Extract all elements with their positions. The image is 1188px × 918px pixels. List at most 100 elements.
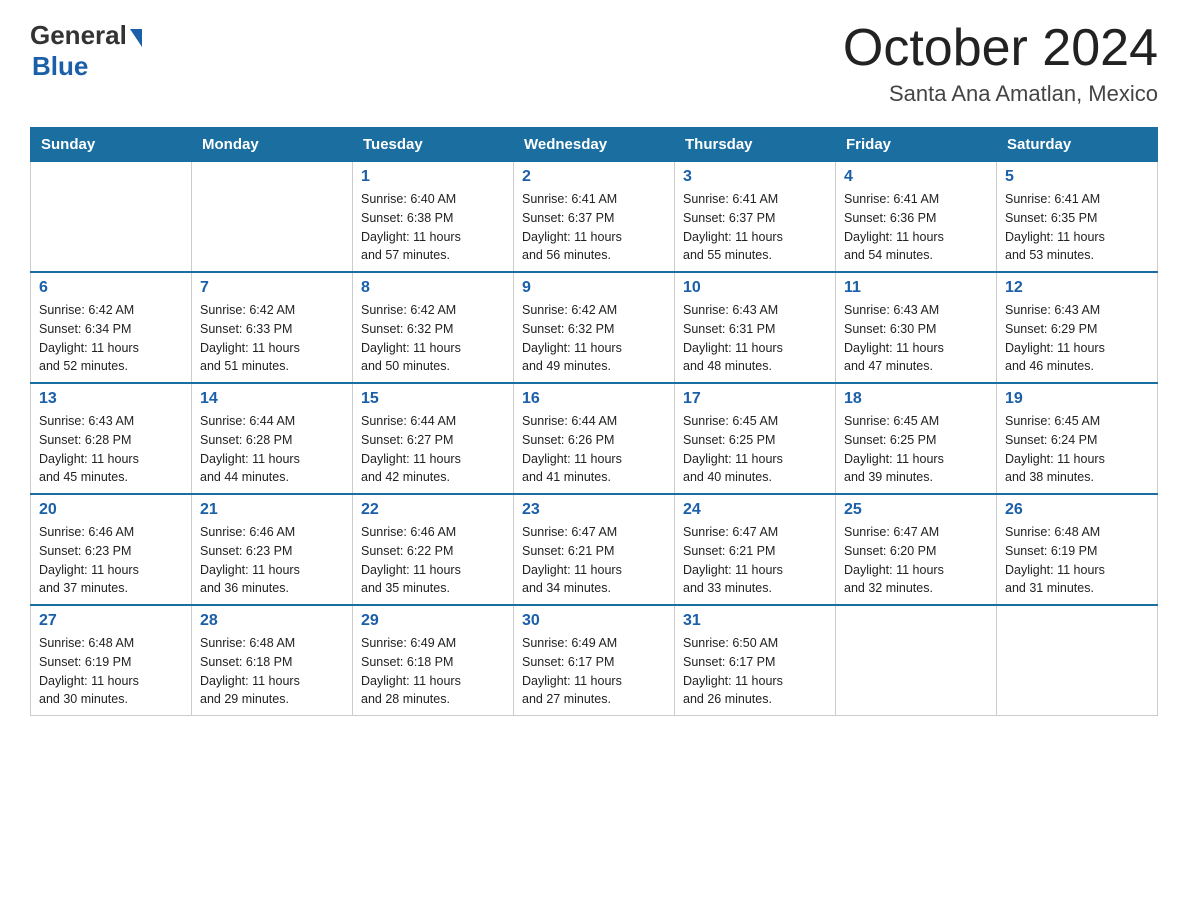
- calendar-cell: 16Sunrise: 6:44 AM Sunset: 6:26 PM Dayli…: [514, 383, 675, 494]
- calendar-week-row: 6Sunrise: 6:42 AM Sunset: 6:34 PM Daylig…: [31, 272, 1158, 383]
- column-header-wednesday: Wednesday: [514, 128, 675, 162]
- day-info: Sunrise: 6:44 AM Sunset: 6:27 PM Dayligh…: [361, 412, 505, 487]
- calendar-cell: 19 Sunrise: 6:45 AM Sunset: 6:24 PM Dayli…: [997, 383, 1158, 494]
- day-info: Sunrise: 6:49 AM Sunset: 6:17 PM Dayligh…: [522, 634, 666, 709]
- day-number: 14: [200, 390, 344, 408]
- calendar-cell: 22 Sunrise: 6:46 AM Sunset: 6:22 PM Dayli…: [353, 494, 514, 605]
- calendar-cell: [31, 162, 192, 273]
- calendar-cell: 5 Sunrise: 6:41 AM Sunset: 6:35 PM Daylig…: [997, 162, 1158, 273]
- calendar-cell: 20 Sunrise: 6:46 AM Sunset: 6:23 PM Dayli…: [31, 494, 192, 605]
- day-number: 4: [844, 168, 988, 186]
- day-number: 17: [683, 390, 827, 408]
- calendar-week-row: 13 Sunrise: 6:43 AM Sunset: 6:28 PM Dayli…: [31, 383, 1158, 494]
- day-info: Sunrise: 6:43 AM Sunset: 6:30 PM Dayligh…: [844, 301, 988, 376]
- calendar-cell: 1Sunrise: 6:40 AM Sunset: 6:38 PM Daylig…: [353, 162, 514, 273]
- day-number: 23: [522, 501, 666, 519]
- day-info: Sunrise: 6:48 AM Sunset: 6:19 PM Dayligh…: [39, 634, 183, 709]
- day-number: 25: [844, 501, 988, 519]
- day-number: 8: [361, 279, 505, 297]
- calendar-cell: 8Sunrise: 6:42 AM Sunset: 6:32 PM Daylig…: [353, 272, 514, 383]
- day-info: Sunrise: 6:42 AM Sunset: 6:32 PM Dayligh…: [522, 301, 666, 376]
- calendar-cell: 27 Sunrise: 6:48 AM Sunset: 6:19 PM Dayli…: [31, 605, 192, 716]
- calendar-cell: [192, 162, 353, 273]
- day-info: Sunrise: 6:48 AM Sunset: 6:19 PM Dayligh…: [1005, 523, 1149, 598]
- day-number: 9: [522, 279, 666, 297]
- day-number: 19: [1005, 390, 1149, 408]
- day-info: Sunrise: 6:49 AM Sunset: 6:18 PM Dayligh…: [361, 634, 505, 709]
- calendar-cell: 9 Sunrise: 6:42 AM Sunset: 6:32 PM Daylig…: [514, 272, 675, 383]
- calendar-header-row: SundayMondayTuesdayWednesdayThursdayFrid…: [31, 128, 1158, 162]
- day-info: Sunrise: 6:44 AM Sunset: 6:28 PM Dayligh…: [200, 412, 344, 487]
- day-number: 27: [39, 612, 183, 630]
- calendar-cell: 2 Sunrise: 6:41 AM Sunset: 6:37 PM Daylig…: [514, 162, 675, 273]
- day-number: 22: [361, 501, 505, 519]
- day-info: Sunrise: 6:44 AM Sunset: 6:26 PM Dayligh…: [522, 412, 666, 487]
- day-number: 7: [200, 279, 344, 297]
- calendar-cell: 13 Sunrise: 6:43 AM Sunset: 6:28 PM Dayli…: [31, 383, 192, 494]
- column-header-saturday: Saturday: [997, 128, 1158, 162]
- day-number: 15: [361, 390, 505, 408]
- day-number: 20: [39, 501, 183, 519]
- day-info: Sunrise: 6:41 AM Sunset: 6:36 PM Dayligh…: [844, 190, 988, 265]
- day-info: Sunrise: 6:47 AM Sunset: 6:20 PM Dayligh…: [844, 523, 988, 598]
- day-number: 2: [522, 168, 666, 186]
- day-info: Sunrise: 6:46 AM Sunset: 6:23 PM Dayligh…: [200, 523, 344, 598]
- day-number: 30: [522, 612, 666, 630]
- calendar-cell: 3Sunrise: 6:41 AM Sunset: 6:37 PM Daylig…: [675, 162, 836, 273]
- day-number: 21: [200, 501, 344, 519]
- column-header-tuesday: Tuesday: [353, 128, 514, 162]
- calendar-cell: 18Sunrise: 6:45 AM Sunset: 6:25 PM Dayli…: [836, 383, 997, 494]
- day-info: Sunrise: 6:46 AM Sunset: 6:23 PM Dayligh…: [39, 523, 183, 598]
- logo-arrow-icon: [130, 29, 142, 47]
- calendar-cell: 14 Sunrise: 6:44 AM Sunset: 6:28 PM Dayli…: [192, 383, 353, 494]
- logo-blue-text: Blue: [32, 51, 88, 82]
- day-info: Sunrise: 6:45 AM Sunset: 6:24 PM Dayligh…: [1005, 412, 1149, 487]
- day-info: Sunrise: 6:43 AM Sunset: 6:31 PM Dayligh…: [683, 301, 827, 376]
- calendar-table: SundayMondayTuesdayWednesdayThursdayFrid…: [30, 127, 1158, 716]
- day-info: Sunrise: 6:50 AM Sunset: 6:17 PM Dayligh…: [683, 634, 827, 709]
- day-info: Sunrise: 6:43 AM Sunset: 6:28 PM Dayligh…: [39, 412, 183, 487]
- calendar-cell: 30 Sunrise: 6:49 AM Sunset: 6:17 PM Dayli…: [514, 605, 675, 716]
- day-info: Sunrise: 6:46 AM Sunset: 6:22 PM Dayligh…: [361, 523, 505, 598]
- calendar-week-row: 27 Sunrise: 6:48 AM Sunset: 6:19 PM Dayli…: [31, 605, 1158, 716]
- calendar-cell: 25 Sunrise: 6:47 AM Sunset: 6:20 PM Dayli…: [836, 494, 997, 605]
- day-number: 13: [39, 390, 183, 408]
- calendar-cell: 31 Sunrise: 6:50 AM Sunset: 6:17 PM Dayli…: [675, 605, 836, 716]
- calendar-cell: 10Sunrise: 6:43 AM Sunset: 6:31 PM Dayli…: [675, 272, 836, 383]
- calendar-cell: 28 Sunrise: 6:48 AM Sunset: 6:18 PM Dayli…: [192, 605, 353, 716]
- day-info: Sunrise: 6:43 AM Sunset: 6:29 PM Dayligh…: [1005, 301, 1149, 376]
- day-number: 5: [1005, 168, 1149, 186]
- day-number: 31: [683, 612, 827, 630]
- column-header-sunday: Sunday: [31, 128, 192, 162]
- day-number: 28: [200, 612, 344, 630]
- day-info: Sunrise: 6:42 AM Sunset: 6:33 PM Dayligh…: [200, 301, 344, 376]
- day-number: 6: [39, 279, 183, 297]
- calendar-cell: 11 Sunrise: 6:43 AM Sunset: 6:30 PM Dayli…: [836, 272, 997, 383]
- day-info: Sunrise: 6:45 AM Sunset: 6:25 PM Dayligh…: [844, 412, 988, 487]
- day-number: 29: [361, 612, 505, 630]
- calendar-cell: 29 Sunrise: 6:49 AM Sunset: 6:18 PM Dayli…: [353, 605, 514, 716]
- calendar-cell: 15 Sunrise: 6:44 AM Sunset: 6:27 PM Dayli…: [353, 383, 514, 494]
- day-info: Sunrise: 6:47 AM Sunset: 6:21 PM Dayligh…: [522, 523, 666, 598]
- day-number: 24: [683, 501, 827, 519]
- day-info: Sunrise: 6:48 AM Sunset: 6:18 PM Dayligh…: [200, 634, 344, 709]
- day-number: 1: [361, 168, 505, 186]
- calendar-cell: 17Sunrise: 6:45 AM Sunset: 6:25 PM Dayli…: [675, 383, 836, 494]
- calendar-cell: [997, 605, 1158, 716]
- calendar-week-row: 20 Sunrise: 6:46 AM Sunset: 6:23 PM Dayli…: [31, 494, 1158, 605]
- day-info: Sunrise: 6:41 AM Sunset: 6:35 PM Dayligh…: [1005, 190, 1149, 265]
- column-header-thursday: Thursday: [675, 128, 836, 162]
- page-header: General Blue October 2024 Santa Ana Amat…: [30, 20, 1158, 107]
- calendar-cell: 23 Sunrise: 6:47 AM Sunset: 6:21 PM Dayli…: [514, 494, 675, 605]
- day-number: 11: [844, 279, 988, 297]
- day-info: Sunrise: 6:41 AM Sunset: 6:37 PM Dayligh…: [683, 190, 827, 265]
- calendar-cell: 6Sunrise: 6:42 AM Sunset: 6:34 PM Daylig…: [31, 272, 192, 383]
- calendar-cell: 24Sunrise: 6:47 AM Sunset: 6:21 PM Dayli…: [675, 494, 836, 605]
- calendar-cell: 12 Sunrise: 6:43 AM Sunset: 6:29 PM Dayli…: [997, 272, 1158, 383]
- day-number: 26: [1005, 501, 1149, 519]
- calendar-cell: 7 Sunrise: 6:42 AM Sunset: 6:33 PM Daylig…: [192, 272, 353, 383]
- day-info: Sunrise: 6:41 AM Sunset: 6:37 PM Dayligh…: [522, 190, 666, 265]
- column-header-monday: Monday: [192, 128, 353, 162]
- calendar-cell: 21 Sunrise: 6:46 AM Sunset: 6:23 PM Dayli…: [192, 494, 353, 605]
- day-number: 12: [1005, 279, 1149, 297]
